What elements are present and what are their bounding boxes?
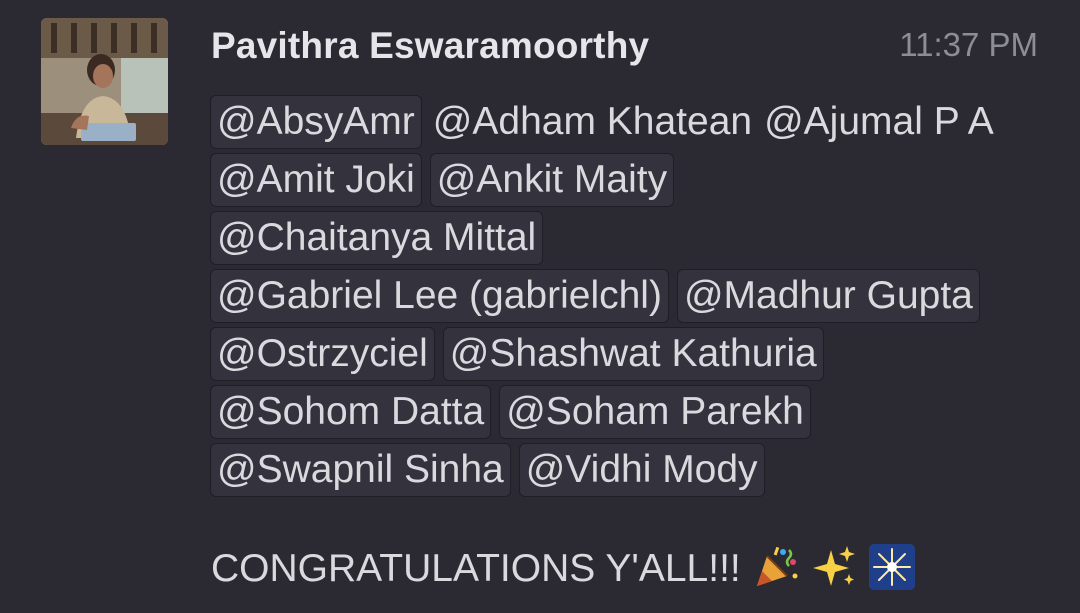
sparkles-icon: [811, 544, 857, 590]
user-mention[interactable]: @Shashwat Kathuria: [442, 327, 824, 381]
user-mention[interactable]: @Sohom Datta: [210, 385, 492, 439]
user-mention[interactable]: @Soham Parekh: [499, 385, 811, 439]
mention-line: @Amit Joki @Ankit Maity: [210, 153, 1050, 211]
chat-message: Pavithra Eswaramoorthy 11:37 PM @AbsyAmr…: [0, 0, 1080, 613]
user-mention[interactable]: @Swapnil Sinha: [210, 443, 511, 497]
mention-line: @Swapnil Sinha @Vidhi Mody: [210, 443, 1050, 501]
mention-list: @AbsyAmr @Adham Khatean @Ajumal P A @Amit J…: [210, 95, 1050, 501]
user-mention[interactable]: @Gabriel Lee (gabrielchl): [210, 269, 669, 323]
user-mention[interactable]: @Adham Khatean: [430, 95, 755, 149]
party-popper-icon: [753, 544, 799, 590]
user-mention[interactable]: @AbsyAmr: [210, 95, 422, 149]
mention-line: @Ostrzyciel @Shashwat Kathuria: [210, 327, 1050, 385]
mention-line: @AbsyAmr @Adham Khatean @Ajumal P A: [210, 95, 1050, 153]
fireworks-icon: [868, 543, 915, 590]
message-author[interactable]: Pavithra Eswaramoorthy: [211, 22, 649, 70]
user-mention[interactable]: @Amit Joki: [210, 153, 422, 207]
user-mention[interactable]: @Chaitanya Mittal: [210, 211, 544, 265]
user-mention[interactable]: @Ajumal P A: [761, 95, 997, 149]
message-body-text: CONGRATULATIONS Y'ALL!!!: [211, 547, 741, 590]
mention-line: @Gabriel Lee (gabrielchl) @Madhur Gupta: [210, 269, 1050, 327]
user-mention[interactable]: @Ostrzyciel: [210, 327, 435, 381]
message-timestamp[interactable]: 11:37 PM: [899, 22, 1038, 68]
user-mention[interactable]: @Vidhi Mody: [518, 443, 765, 497]
user-mention[interactable]: @Ankit Maity: [429, 153, 675, 207]
mention-line: @Sohom Datta @Soham Parekh: [210, 385, 1050, 443]
user-avatar[interactable]: [41, 18, 168, 145]
mention-line: @Chaitanya Mittal: [210, 211, 1050, 269]
avatar-photo: [41, 18, 168, 145]
user-mention[interactable]: @Madhur Gupta: [676, 269, 980, 323]
message-body: CONGRATULATIONS Y'ALL!!!: [211, 543, 915, 595]
